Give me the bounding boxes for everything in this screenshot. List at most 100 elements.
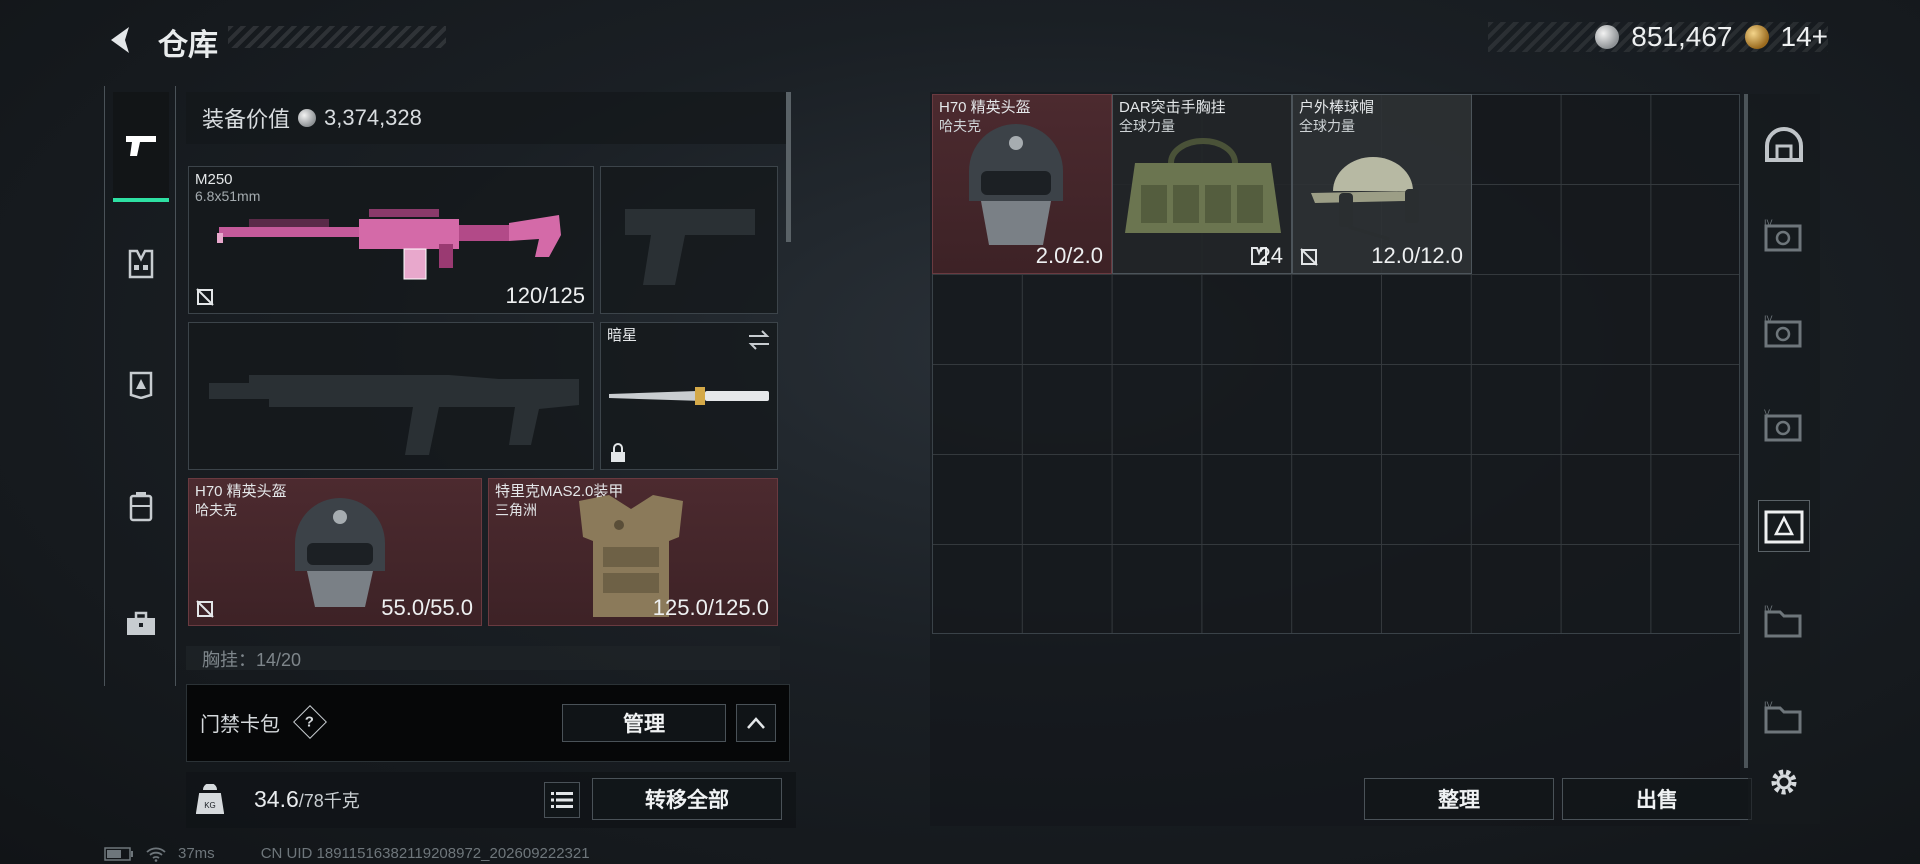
tab-stash-1[interactable]: IV [1758, 210, 1810, 262]
storage-box-active-icon [1764, 510, 1804, 544]
manage-button[interactable]: 管理 [562, 704, 726, 742]
briefcase-icon [127, 611, 155, 635]
svg-text:KG: KG [204, 801, 216, 810]
armor-icon [129, 371, 153, 399]
help-icon: ? [305, 713, 315, 731]
status-bar: 37ms CN UID 18911516382119208972_2026092… [104, 845, 590, 862]
weight-max: /78千克 [298, 791, 360, 811]
file-cabinet-icon: IV [1764, 604, 1802, 638]
equipment-value-label: 装备价值 [202, 107, 291, 132]
ping-text: 37ms [178, 845, 215, 862]
svg-text:IV: IV [1764, 314, 1773, 324]
no-durability-icon [196, 288, 214, 306]
silver-coin-icon [1595, 25, 1620, 49]
wifi-icon [146, 847, 166, 862]
tab-stash-all[interactable] [1758, 118, 1810, 170]
tab-stash-3[interactable]: V [1758, 400, 1810, 452]
svg-text:IV: IV [1764, 604, 1773, 614]
tab-stash-6[interactable]: IV [1758, 692, 1810, 744]
tab-backpack[interactable] [113, 478, 169, 534]
item-name: DAR突击手胸挂 [1119, 99, 1226, 116]
chevron-up-icon [747, 717, 765, 729]
battery-icon [104, 846, 133, 861]
secondary-weapon-slot[interactable] [188, 322, 594, 470]
chest-rig-image [1125, 138, 1281, 233]
back-button[interactable] [100, 20, 140, 60]
storage-box-icon: IV [1764, 218, 1802, 252]
helmet-faction: 哈夫克 [195, 502, 237, 518]
file-cabinet-icon: IV [1764, 700, 1802, 734]
tab-toolkit[interactable] [113, 596, 169, 652]
gold-coin-icon [1744, 25, 1769, 49]
armor-faction: 三角洲 [495, 502, 537, 518]
item-name: 户外棒球帽 [1299, 99, 1375, 116]
weapon-name: M250 [195, 171, 233, 188]
equipment-value-row: 装备价值 3,374,328 [186, 92, 786, 144]
gold-amount[interactable]: 14+ [1781, 21, 1829, 53]
storage-box-icon: IV [1764, 314, 1802, 348]
sort-button[interactable]: 整理 [1364, 778, 1554, 820]
stash-item-cap[interactable]: 户外棒球帽 全球力量 12.0/12.0 [1292, 94, 1472, 274]
svg-text:IV: IV [1764, 700, 1773, 710]
helmet-image [969, 124, 1063, 245]
machine-gun-image [217, 209, 561, 280]
armor-slot[interactable]: 特里克MAS2.0装甲 三角洲 125.0/125.0 [488, 478, 778, 626]
swap-icon[interactable] [747, 329, 771, 351]
gear-icon [1771, 769, 1797, 795]
armor-durability: 125.0/125.0 [652, 595, 769, 620]
silver-amount: 851,467 [1631, 21, 1733, 52]
item-capacity: 24 [1258, 243, 1283, 268]
back-arrow-icon [111, 27, 129, 53]
knife-image [609, 387, 769, 405]
sell-button[interactable]: 出售 [1562, 778, 1752, 820]
uid-text: CN UID 18911516382119208972_202609222321 [260, 845, 590, 862]
tab-chest-rig[interactable] [113, 236, 169, 292]
pistol-silhouette-icon [625, 209, 755, 285]
title-decoration [228, 26, 446, 48]
transfer-all-button[interactable]: 转移全部 [592, 778, 782, 820]
chest-rig-row[interactable]: 胸挂：14/20 [186, 646, 780, 670]
currency-bar: 851,467 14+ [1488, 21, 1829, 53]
list-view-button[interactable] [544, 782, 580, 818]
page-title: 仓库 [158, 29, 218, 62]
item-durability: 12.0/12.0 [1371, 243, 1463, 268]
silver-coin-icon [298, 109, 317, 127]
lock-icon [611, 443, 625, 462]
pistol-icon [126, 136, 156, 156]
sidearm-slot[interactable] [600, 166, 778, 314]
stash-item-chest-rig[interactable]: DAR突击手胸挂 全球力量 24 [1112, 94, 1292, 274]
weight-current: 34.6 [254, 786, 299, 812]
equipment-value: 3,374,328 [324, 105, 422, 130]
loadout-tab-bar [104, 86, 176, 686]
tab-weapons[interactable] [113, 92, 169, 202]
expand-button[interactable] [736, 704, 776, 742]
backpack-icon [129, 492, 153, 522]
helmet-durability: 55.0/55.0 [381, 595, 473, 620]
weapon-durability: 120/125 [505, 283, 585, 308]
helmet-slot[interactable]: H70 精英头盔 哈夫克 55.0/55.0 [188, 478, 482, 626]
no-durability-icon [1300, 248, 1318, 266]
storage-box-icon: V [1764, 408, 1802, 442]
tab-stash-2[interactable]: IV [1758, 306, 1810, 358]
stash-dome-icon [1765, 127, 1803, 162]
equipment-scrollbar[interactable] [786, 92, 791, 242]
tab-helmet-armor[interactable] [113, 356, 169, 412]
vest-icon [128, 249, 154, 279]
helmet-name: H70 精英头盔 [195, 483, 287, 500]
tab-stash-5[interactable]: IV [1758, 596, 1810, 648]
svg-text:V: V [1764, 408, 1770, 418]
baseball-cap-image [1311, 157, 1419, 241]
svg-text:IV: IV [1764, 218, 1773, 228]
list-icon [551, 792, 573, 808]
tab-stash-4[interactable] [1758, 500, 1810, 552]
rifle-silhouette-icon [209, 375, 579, 455]
weight-icon: KG [196, 784, 224, 814]
primary-weapon-slot[interactable]: M250 6.8x51mm 120/125 [188, 166, 594, 314]
melee-slot[interactable]: 暗星 [600, 322, 778, 470]
helmet-image [295, 498, 385, 607]
settings-button[interactable] [1758, 756, 1810, 808]
item-name: H70 精英头盔 [939, 99, 1031, 116]
weight-readout: 34.6/78千克 [254, 786, 360, 813]
item-durability: 2.0/2.0 [1035, 243, 1103, 268]
stash-item-helmet[interactable]: H70 精英头盔 哈夫克 2.0/2.0 [932, 94, 1112, 274]
